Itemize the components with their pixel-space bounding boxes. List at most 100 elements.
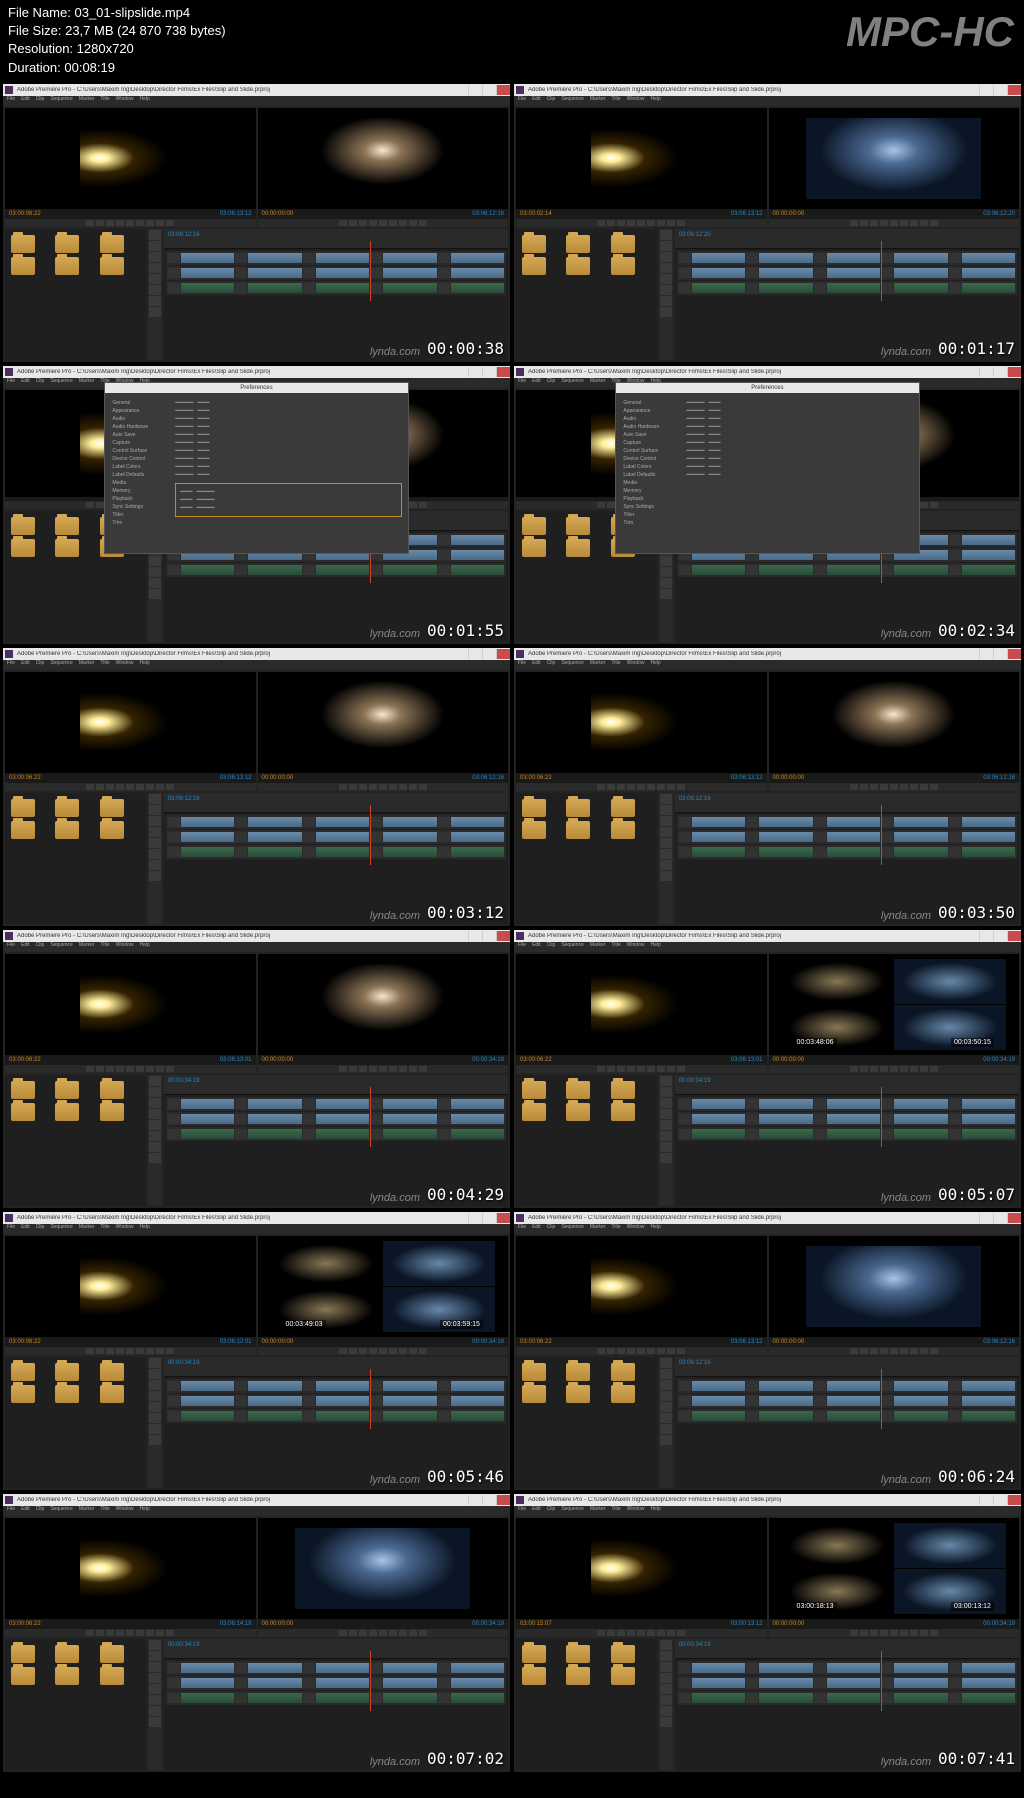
folder-icon[interactable] bbox=[55, 539, 79, 557]
tool-button[interactable] bbox=[149, 1640, 161, 1650]
transport-button[interactable] bbox=[850, 1348, 858, 1354]
transport-button[interactable] bbox=[359, 1630, 367, 1636]
transport-button[interactable] bbox=[409, 1066, 417, 1072]
maximize-button[interactable] bbox=[482, 649, 496, 659]
transport-button[interactable] bbox=[116, 220, 124, 226]
playhead[interactable] bbox=[881, 1651, 882, 1711]
transport-button[interactable] bbox=[126, 1348, 134, 1354]
folder-icon[interactable] bbox=[611, 1645, 635, 1663]
timeline-clip[interactable] bbox=[962, 283, 1015, 293]
tool-button[interactable] bbox=[660, 285, 672, 295]
timeline-clip[interactable] bbox=[383, 1411, 436, 1421]
timecode-left[interactable]: 03:00:06:22 bbox=[520, 1339, 552, 1345]
transport-button[interactable] bbox=[349, 220, 357, 226]
folder-icon[interactable] bbox=[100, 1385, 124, 1403]
playhead[interactable] bbox=[370, 805, 371, 865]
preferences-dialog[interactable]: PreferencesGeneralAppearanceAudioAudio H… bbox=[615, 382, 919, 554]
timeline-clip[interactable] bbox=[248, 847, 301, 857]
maximize-button[interactable] bbox=[993, 931, 1007, 941]
timeline-clip[interactable] bbox=[962, 1396, 1015, 1406]
transport-button[interactable] bbox=[136, 220, 144, 226]
video-track[interactable] bbox=[677, 1394, 1017, 1408]
menu-item[interactable]: Edit bbox=[21, 378, 30, 388]
timeline-timecode[interactable]: 00:00:34:19 bbox=[679, 1078, 711, 1084]
prefs-category[interactable]: Titler bbox=[111, 511, 169, 519]
menu-item[interactable]: Help bbox=[650, 96, 660, 106]
transport-button[interactable] bbox=[637, 220, 645, 226]
transport-button[interactable] bbox=[667, 1630, 675, 1636]
prefs-row[interactable]: ━━━━━━━━━━ bbox=[180, 504, 396, 512]
monitor-viewport[interactable] bbox=[258, 672, 509, 773]
timeline-clip[interactable] bbox=[181, 1693, 234, 1703]
video-track[interactable] bbox=[166, 1112, 506, 1126]
transport-button[interactable] bbox=[126, 1066, 134, 1072]
transport-button[interactable] bbox=[379, 1630, 387, 1636]
timeline-clip[interactable] bbox=[962, 832, 1015, 842]
tool-button[interactable] bbox=[660, 1402, 672, 1412]
timeline-clip[interactable] bbox=[827, 253, 880, 263]
timeline-ruler[interactable] bbox=[675, 1369, 1019, 1377]
video-track[interactable] bbox=[166, 1676, 506, 1690]
transport-button[interactable] bbox=[627, 1066, 635, 1072]
transport-button[interactable] bbox=[910, 1348, 918, 1354]
transport-button[interactable] bbox=[166, 1630, 174, 1636]
tool-button[interactable] bbox=[149, 556, 161, 566]
transport-button[interactable] bbox=[96, 1066, 104, 1072]
tool-button[interactable] bbox=[149, 296, 161, 306]
timeline-clip[interactable] bbox=[316, 1114, 369, 1124]
prefs-category[interactable]: Playback bbox=[622, 495, 680, 503]
menu-item[interactable]: Sequence bbox=[561, 942, 584, 952]
transport-button[interactable] bbox=[166, 1348, 174, 1354]
tool-button[interactable] bbox=[660, 1358, 672, 1368]
transport-button[interactable] bbox=[166, 784, 174, 790]
tool-button[interactable] bbox=[149, 1131, 161, 1141]
monitor-viewport[interactable] bbox=[258, 954, 509, 1055]
menu-item[interactable]: Title bbox=[611, 96, 620, 106]
menu-item[interactable]: Sequence bbox=[50, 1506, 73, 1516]
folder-icon[interactable] bbox=[11, 1081, 35, 1099]
video-track[interactable] bbox=[677, 1112, 1017, 1126]
project-panel[interactable] bbox=[5, 229, 146, 360]
transport-button[interactable] bbox=[597, 1630, 605, 1636]
menu-item[interactable]: Marker bbox=[590, 1506, 606, 1516]
folder-icon[interactable] bbox=[100, 1667, 124, 1685]
folder-icon[interactable] bbox=[11, 1103, 35, 1121]
timeline-clip[interactable] bbox=[248, 1411, 301, 1421]
transport-button[interactable] bbox=[156, 784, 164, 790]
tool-button[interactable] bbox=[149, 1662, 161, 1672]
timeline-clip[interactable] bbox=[248, 1693, 301, 1703]
timeline-clip[interactable] bbox=[181, 1411, 234, 1421]
transport-button[interactable] bbox=[657, 784, 665, 790]
folder-icon[interactable] bbox=[100, 799, 124, 817]
timeline-clip[interactable] bbox=[692, 1114, 745, 1124]
transport-button[interactable] bbox=[419, 220, 427, 226]
transport-button[interactable] bbox=[156, 1066, 164, 1072]
project-panel[interactable] bbox=[516, 229, 657, 360]
close-button[interactable] bbox=[1007, 1495, 1021, 1505]
transport-button[interactable] bbox=[920, 220, 928, 226]
video-track[interactable] bbox=[166, 830, 506, 844]
close-button[interactable] bbox=[496, 85, 510, 95]
timeline-clip[interactable] bbox=[894, 283, 947, 293]
menu-item[interactable]: Clip bbox=[36, 378, 45, 388]
prefs-row[interactable]: ━━━━━━━━━━ bbox=[175, 399, 401, 407]
maximize-button[interactable] bbox=[993, 1495, 1007, 1505]
menu-item[interactable]: Title bbox=[100, 1506, 109, 1516]
timeline-clip[interactable] bbox=[759, 1678, 812, 1688]
tool-button[interactable] bbox=[149, 1098, 161, 1108]
transport-button[interactable] bbox=[96, 1630, 104, 1636]
timeline-clip[interactable] bbox=[316, 253, 369, 263]
transport-button[interactable] bbox=[677, 1348, 685, 1354]
monitor-viewport[interactable] bbox=[516, 1518, 767, 1619]
transport-button[interactable] bbox=[607, 220, 615, 226]
close-button[interactable] bbox=[496, 367, 510, 377]
tool-button[interactable] bbox=[149, 1402, 161, 1412]
transport-button[interactable] bbox=[349, 1348, 357, 1354]
timeline-timecode[interactable]: 03:06:12:16 bbox=[679, 796, 711, 802]
timeline-clip[interactable] bbox=[827, 1129, 880, 1139]
transport-button[interactable] bbox=[920, 502, 928, 508]
project-panel[interactable] bbox=[5, 1639, 146, 1770]
transport-button[interactable] bbox=[359, 784, 367, 790]
transport-button[interactable] bbox=[880, 1348, 888, 1354]
close-button[interactable] bbox=[496, 1495, 510, 1505]
